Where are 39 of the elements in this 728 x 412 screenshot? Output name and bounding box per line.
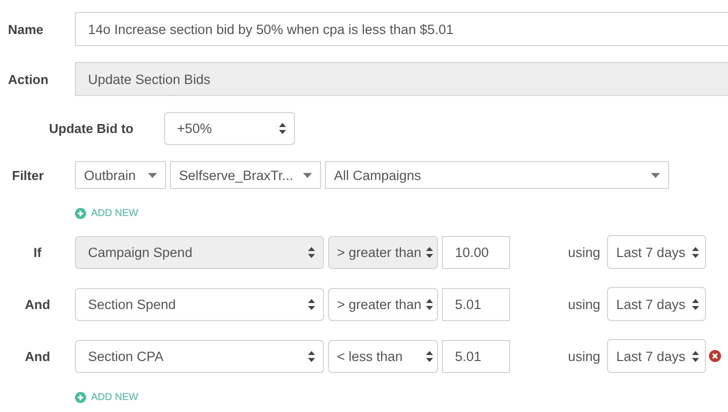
updown-arrow-icon <box>692 246 700 258</box>
value-input[interactable]: 5.01 <box>442 288 510 320</box>
condition-label: And <box>24 296 52 312</box>
period-select[interactable]: Last 7 days <box>607 287 706 321</box>
metric-select[interactable]: Section Spend <box>75 288 324 320</box>
using-label: using <box>568 348 600 364</box>
operator-select[interactable]: > greater than <box>328 288 438 320</box>
plus-circle-icon <box>75 392 86 403</box>
updown-arrow-icon <box>426 350 433 362</box>
condition-label: And <box>24 348 52 364</box>
period-select[interactable]: Last 7 days <box>607 339 706 373</box>
field-label: Filter <box>11 168 45 182</box>
using-label: using <box>568 244 600 260</box>
filter-dropdown[interactable]: All Campaigns <box>325 161 669 189</box>
filter-dropdown[interactable]: Selfserve_BraxTr... <box>170 161 321 189</box>
updown-arrow-icon <box>426 298 433 310</box>
updown-arrow-icon <box>308 298 315 310</box>
caret-icon <box>303 172 312 178</box>
name-input[interactable]: 14o Increase section bid by 50% when cpa is less than $5.01 <box>75 12 728 46</box>
value-input[interactable]: 5.01 <box>442 340 510 372</box>
updown-arrow-icon <box>426 246 433 258</box>
updown-arrow-icon <box>308 350 315 362</box>
plus-circle-icon <box>75 208 86 219</box>
caret-icon <box>651 172 660 178</box>
condition-label: If <box>32 244 42 260</box>
bid-select[interactable]: +50% <box>164 112 295 145</box>
field-label: Update Bid to <box>48 121 134 136</box>
updown-arrow-icon <box>308 246 315 258</box>
field-label: Name <box>7 22 44 36</box>
updown-arrow-icon <box>692 298 700 310</box>
field-label: Action <box>7 72 50 86</box>
remove-icon[interactable] <box>709 350 722 362</box>
filter-dropdown[interactable]: Outbrain <box>75 161 166 189</box>
metric-select[interactable]: Section CPA <box>75 340 324 372</box>
caret-icon <box>148 172 157 178</box>
updown-arrow-icon <box>279 123 286 134</box>
using-label: using <box>568 296 600 312</box>
updown-arrow-icon <box>692 350 700 362</box>
operator-select[interactable]: < less than <box>328 340 438 372</box>
